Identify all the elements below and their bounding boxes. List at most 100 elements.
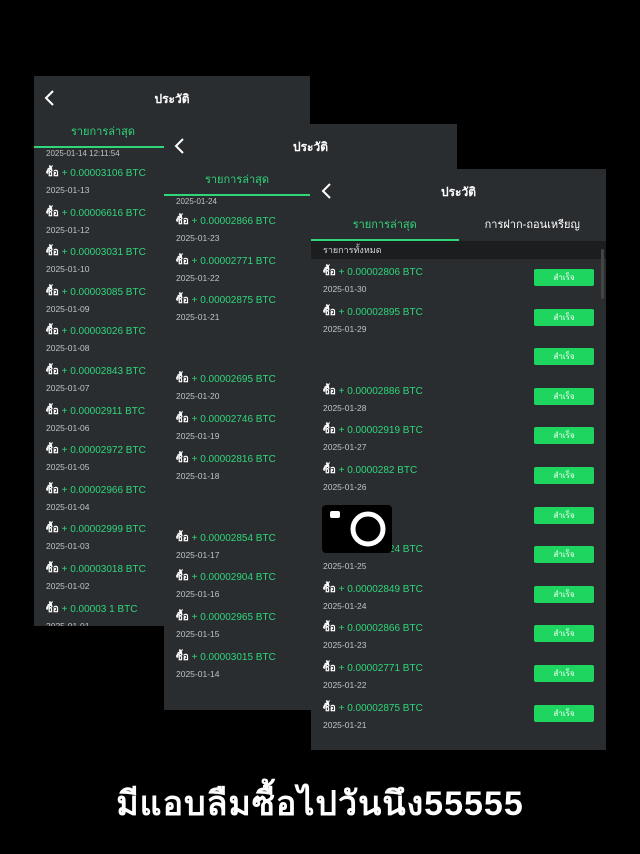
buy-label: ซื้อ	[323, 702, 336, 714]
amount: + 0.00002972 BTC	[61, 445, 146, 457]
page-title: ประวัติ	[440, 185, 477, 199]
amount: + 0.00002875 BTC	[191, 295, 276, 307]
amount: + 0.0000282 BTC	[338, 464, 418, 476]
amount: + 0.00003031 BTC	[61, 247, 146, 259]
buy-label: ซื้อ	[323, 662, 336, 674]
amount: + 0.00002911 BTC	[61, 405, 146, 417]
status-badge[interactable]: สำเร็จ	[534, 427, 594, 445]
buy-label: ซื้อ	[46, 286, 59, 298]
status-badge[interactable]: สำเร็จ	[534, 348, 594, 366]
buy-label: ซื้อ	[46, 207, 59, 219]
amount: + 0.00003018 BTC	[61, 563, 146, 575]
transaction-row: ซื้อ + 0.00002866 BTC 2025-01-23 สำเร็จ	[311, 615, 606, 655]
buy-label: ซื้อ	[46, 326, 59, 338]
status-badge[interactable]: สำเร็จ	[534, 506, 594, 524]
buy-label: ซื้อ	[46, 603, 59, 615]
amount: + 0.00002854 BTC	[191, 532, 276, 544]
buy-label: ซื้อ	[176, 572, 189, 584]
buy-label: ซื้อ	[46, 405, 59, 417]
amount: + 0.00002695 BTC	[191, 374, 276, 386]
amount: + 0.00002999 BTC	[61, 524, 146, 536]
buy-label: ซื้อ	[176, 216, 189, 227]
buy-label: ซื้อ	[46, 484, 59, 496]
buy-label: ซื้อ	[323, 623, 336, 635]
tab-recent[interactable]: รายการล่าสุด	[164, 168, 310, 196]
buy-label: ซื้อ	[176, 374, 189, 386]
status-badge[interactable]: สำเร็จ	[534, 664, 594, 682]
amount: + 0.00002965 BTC	[191, 611, 276, 623]
buy-label: ซื้อ	[46, 563, 59, 575]
buy-label: ซื้อ	[46, 168, 59, 179]
status-badge[interactable]: สำเร็จ	[534, 585, 594, 603]
status-badge[interactable]: สำเร็จ	[534, 466, 594, 484]
amount: + 0.00002816 BTC	[191, 453, 276, 465]
amount: + 0.00002849 BTC	[338, 583, 423, 595]
amount: + 0.00002866 BTC	[338, 623, 423, 635]
status-badge[interactable]: สำเร็จ	[534, 269, 594, 286]
amount: + 0.00002875 BTC	[338, 702, 423, 714]
transaction-row: ซื้อ + 0.0000282 BTC 2025-01-26 สำเร็จ	[311, 457, 606, 497]
history-panel-3: ประวัติ รายการล่าสุด การฝาก-ถอนเหรียญ รา…	[311, 169, 606, 750]
amount: + 0.00003026 BTC	[61, 326, 146, 338]
buy-label: ซื้อ	[176, 651, 189, 663]
buy-label: ซื้อ	[176, 295, 189, 307]
transaction-row: ซื้อ + 0.00002806 BTC 2025-01-30 สำเร็จ	[311, 259, 606, 299]
status-badge[interactable]: สำเร็จ	[534, 625, 594, 643]
tab-deposit-withdraw[interactable]: การฝาก-ถอนเหรียญ	[459, 213, 607, 241]
buy-label: ซื้อ	[176, 413, 189, 425]
amount: + 0.00002746 BTC	[191, 413, 276, 425]
amount: + 0.00003 1 BTC	[61, 603, 138, 615]
amount: + 0.00002771 BTC	[191, 255, 276, 267]
transaction-row: ซื้อ + 0.00002875 BTC 2025-01-21 สำเร็จ	[311, 695, 606, 735]
caption-text: มีแอบลืมซื้อไปวันนึง55555	[116, 785, 524, 823]
panel-header: ประวัติ	[34, 76, 310, 120]
amount: + 0.00002904 BTC	[191, 572, 276, 584]
amount: + 0.00002966 BTC	[61, 484, 146, 496]
buy-label: ซื้อ	[46, 524, 59, 536]
panel-header: ประวัติ	[164, 124, 457, 168]
buy-label: ซื้อ	[176, 453, 189, 465]
transaction-row: ซื้อ + 0.00002886 BTC 2025-01-28 สำเร็จ	[311, 378, 606, 418]
amount: + 0.00002843 BTC	[61, 365, 146, 377]
status-badge[interactable]: สำเร็จ	[534, 387, 594, 405]
buy-label: ซื้อ	[46, 445, 59, 457]
amount: + 0.00002771 BTC	[338, 662, 423, 674]
tab-recent[interactable]: รายการล่าสุด	[34, 120, 172, 148]
empty-row: สำเร็จ	[311, 338, 606, 378]
tab-recent[interactable]: รายการล่าสุด	[311, 213, 459, 241]
transaction-row: ซื้อ + 0.00002895 BTC 2025-01-29 สำเร็จ	[311, 299, 606, 339]
buy-label: ซื้อ	[46, 247, 59, 259]
buy-label: ซื้อ	[323, 425, 336, 437]
page-title: ประวัติ	[154, 92, 190, 106]
status-badge[interactable]: สำเร็จ	[534, 308, 594, 326]
status-badge[interactable]: สำเร็จ	[534, 704, 594, 722]
amount: + 0.00003085 BTC	[61, 286, 146, 298]
transaction-row: ซื้อ + 0.00002849 BTC 2025-01-24 สำเร็จ	[311, 576, 606, 616]
amount: + 0.00002919 BTC	[338, 425, 423, 437]
amount: + 0.00002806 BTC	[338, 267, 423, 278]
list-subheader: รายการทั้งหมด	[311, 241, 606, 259]
amount: + 0.00006616 BTC	[61, 207, 146, 219]
transaction-row: ซื้อ + 0.00002771 BTC 2025-01-22 สำเร็จ	[311, 655, 606, 695]
camera-icon	[322, 503, 392, 553]
buy-label: ซื้อ	[46, 365, 59, 377]
buy-label: ซื้อ	[176, 255, 189, 267]
buy-label: ซื้อ	[323, 583, 336, 595]
transaction-row: ซื้อ + 0.00002919 BTC 2025-01-27 สำเร็จ	[311, 417, 606, 457]
buy-label: ซื้อ	[323, 306, 336, 318]
amount: + 0.00003106 BTC	[61, 168, 146, 179]
amount: + 0.00003015 BTC	[191, 651, 276, 663]
panel-header: ประวัติ	[311, 169, 606, 213]
amount: + 0.00002886 BTC	[338, 385, 423, 397]
page-title: ประวัติ	[292, 140, 329, 154]
buy-label: ซื้อ	[176, 611, 189, 623]
status-badge[interactable]: สำเร็จ	[534, 546, 594, 564]
tab-bar: รายการล่าสุด การฝาก-ถอนเหรียญ	[311, 213, 606, 241]
amount: + 0.00002866 BTC	[191, 216, 276, 227]
scrollbar[interactable]	[601, 249, 604, 299]
buy-label: ซื้อ	[323, 464, 336, 476]
buy-label: ซื้อ	[323, 267, 336, 278]
buy-label: ซื้อ	[176, 532, 189, 544]
buy-label: ซื้อ	[323, 385, 336, 397]
amount: + 0.00002895 BTC	[338, 306, 423, 318]
